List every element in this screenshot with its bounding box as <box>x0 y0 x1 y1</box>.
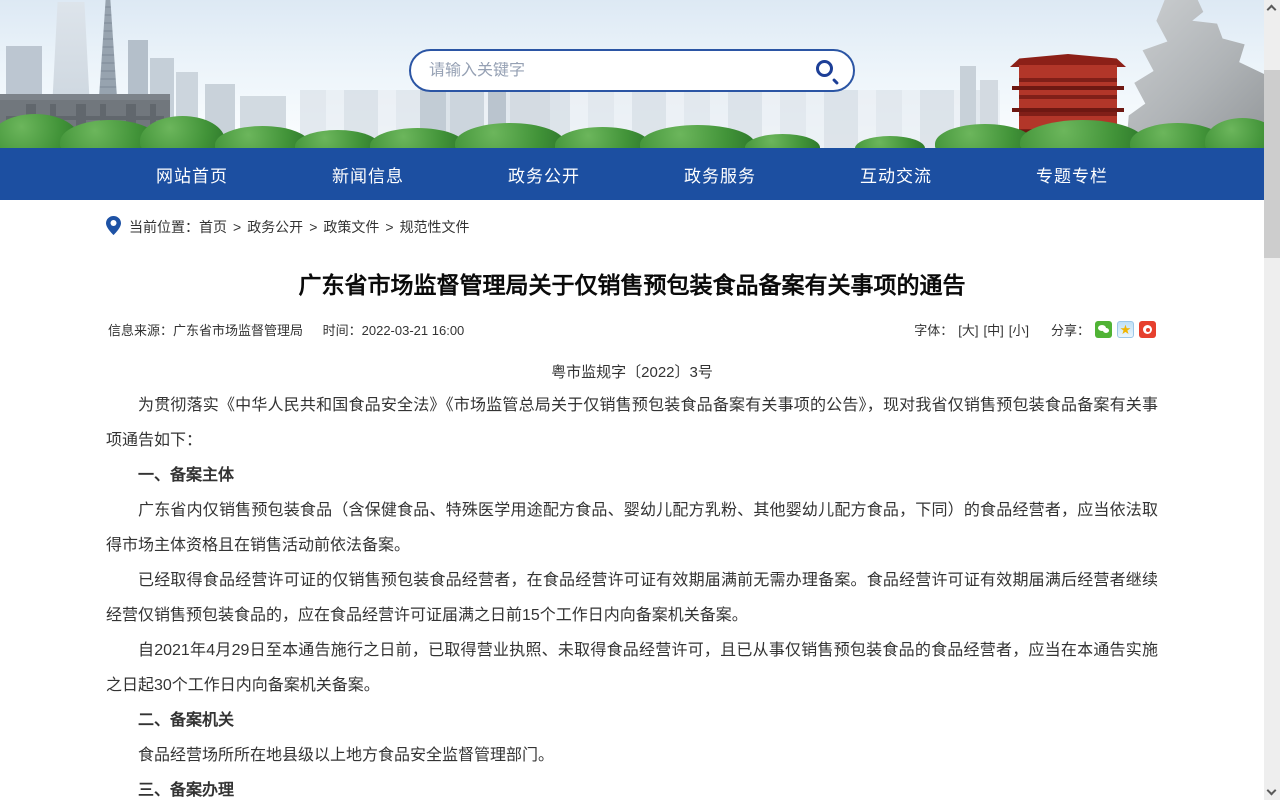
breadcrumb-normative[interactable]: 规范性文件 <box>400 217 470 237</box>
breadcrumb-policy[interactable]: 政策文件 <box>323 217 379 237</box>
paragraph: 自2021年4月29日至本通告施行之日前，已取得营业执照、未取得食品经营许可，且… <box>106 633 1158 703</box>
article-meta: 信息来源：广东省市场监督管理局 时间：2022-03-21 16:00 字体： … <box>106 320 1158 339</box>
document-number: 粤市监规字〔2022〕3号 <box>106 361 1158 382</box>
paragraph: 食品经营场所所在地县级以上地方食品安全监督管理部门。 <box>106 738 1158 773</box>
breadcrumb-label: 当前位置： <box>129 217 199 237</box>
breadcrumb-separator: > <box>233 219 241 235</box>
share-qzone-icon[interactable]: ★ <box>1117 321 1134 338</box>
nav-item-services[interactable]: 政务服务 <box>676 156 764 193</box>
paragraph: 广东省内仅销售预包装食品（含保健食品、特殊医学用途配方食品、婴幼儿配方乳粉、其他… <box>106 493 1158 563</box>
main-nav: 网站首页 新闻信息 政务公开 政务服务 互动交流 专题专栏 <box>0 148 1264 200</box>
article-title: 广东省市场监督管理局关于仅销售预包装食品备案有关事项的通告 <box>106 266 1158 300</box>
search-icon <box>816 60 833 77</box>
nav-item-disclosure[interactable]: 政务公开 <box>500 156 588 193</box>
scrollbar-thumb[interactable] <box>1264 70 1280 258</box>
chevron-up-icon <box>1267 5 1277 15</box>
nav-item-news[interactable]: 新闻信息 <box>324 156 412 193</box>
article-source: 信息来源：广东省市场监督管理局 <box>108 323 303 338</box>
location-pin-icon <box>106 216 121 238</box>
font-size-medium-button[interactable]: [中] <box>984 320 1004 339</box>
search-input[interactable] <box>429 62 813 80</box>
article-body: 为贯彻落实《中华人民共和国食品安全法》《市场监管总局关于仅销售预包装食品备案有关… <box>106 388 1158 800</box>
share-label: 分享： <box>1051 320 1090 339</box>
article-time: 时间：2022-03-21 16:00 <box>323 323 465 338</box>
breadcrumb-home[interactable]: 首页 <box>199 217 227 237</box>
section-heading: 二、备案机关 <box>106 703 1158 738</box>
vertical-scrollbar[interactable] <box>1264 0 1280 800</box>
breadcrumb-separator: > <box>309 219 317 235</box>
main-content: 当前位置： 首页 > 政务公开 > 政策文件 > 规范性文件 广东省市场监督管理… <box>106 216 1158 800</box>
nav-item-topics[interactable]: 专题专栏 <box>1028 156 1116 193</box>
section-heading: 一、备案主体 <box>106 458 1158 493</box>
chevron-down-icon <box>1267 786 1277 796</box>
section-heading: 三、备案办理 <box>106 773 1158 800</box>
share-wechat-icon[interactable] <box>1095 321 1112 338</box>
search-bar <box>409 49 855 92</box>
article-meta-right: 字体： [大] [中] [小] 分享： ★ <box>914 320 1156 339</box>
scrollbar-down-button[interactable] <box>1264 784 1280 800</box>
nav-item-interact[interactable]: 互动交流 <box>852 156 940 193</box>
search-button[interactable] <box>813 57 841 85</box>
share-weibo-icon[interactable] <box>1139 321 1156 338</box>
breadcrumb-disclosure[interactable]: 政务公开 <box>247 217 303 237</box>
paragraph: 为贯彻落实《中华人民共和国食品安全法》《市场监管总局关于仅销售预包装食品备案有关… <box>106 388 1158 458</box>
page-viewport: 网站首页 新闻信息 政务公开 政务服务 互动交流 专题专栏 当前位置： 首页 >… <box>0 0 1264 800</box>
font-size-small-button[interactable]: [小] <box>1009 320 1029 339</box>
article-meta-left: 信息来源：广东省市场监督管理局 时间：2022-03-21 16:00 <box>108 320 464 339</box>
font-size-label: 字体： <box>914 320 953 339</box>
search-icon-handle <box>832 77 839 84</box>
scrollbar-up-button[interactable] <box>1264 0 1280 16</box>
breadcrumb: 当前位置： 首页 > 政务公开 > 政策文件 > 规范性文件 <box>106 216 1158 238</box>
breadcrumb-separator: > <box>385 219 393 235</box>
paragraph: 已经取得食品经营许可证的仅销售预包装食品经营者，在食品经营许可证有效期届满前无需… <box>106 563 1158 633</box>
header-banner <box>0 0 1264 148</box>
nav-item-home[interactable]: 网站首页 <box>148 156 236 193</box>
font-size-large-button[interactable]: [大] <box>958 320 978 339</box>
